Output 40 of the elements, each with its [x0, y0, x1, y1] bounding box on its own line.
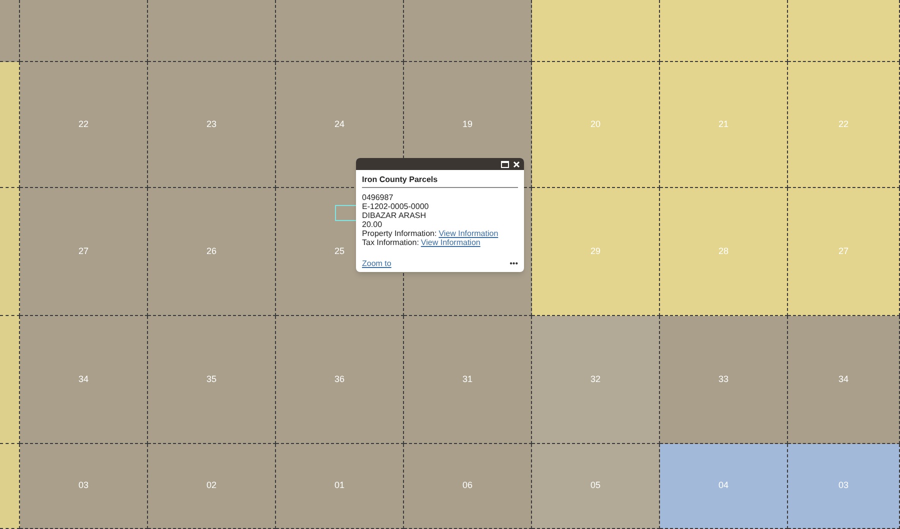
section-number: 31 — [462, 372, 472, 386]
section-number: 05 — [590, 479, 600, 492]
section-number: 32 — [590, 372, 600, 386]
attribute-label: Tax Information: — [362, 238, 419, 247]
view-information-link[interactable]: View Information — [438, 229, 498, 238]
section-number: 34 — [838, 372, 848, 386]
section-number: 21 — [718, 118, 728, 131]
attribute-label: Property Information: — [362, 229, 437, 238]
attribute-value: E-1202-0005-0000 — [362, 202, 430, 211]
attribute-value: 20.00 — [362, 220, 384, 229]
section-number: 27 — [838, 244, 848, 258]
section-number: 29 — [590, 244, 600, 258]
section-number: 06 — [462, 479, 472, 492]
section-number: 35 — [206, 372, 216, 386]
section-number: 04 — [718, 479, 728, 492]
view-information-link[interactable]: View Information — [420, 238, 480, 247]
section-number: 25 — [334, 244, 344, 258]
section-number: 26 — [206, 244, 216, 258]
zoom-to-link[interactable]: Zoom to — [362, 259, 392, 268]
section-number: 22 — [838, 118, 848, 131]
section-number: 19 — [462, 118, 472, 131]
section-number: 24 — [334, 118, 344, 131]
section-number: 03 — [838, 479, 848, 492]
more-options-button[interactable]: ••• — [510, 260, 518, 268]
attribute-value: 0496987 — [362, 193, 394, 202]
section-number: 03 — [78, 479, 88, 492]
section-number: 02 — [206, 479, 216, 492]
section-number: 20 — [590, 118, 600, 131]
popup-title: Iron County Parcels — [362, 175, 518, 188]
section-number: 22 — [78, 118, 88, 131]
close-icon[interactable] — [513, 160, 520, 168]
section-number: 27 — [78, 244, 88, 258]
section-number: 34 — [78, 372, 88, 386]
section-number: 33 — [718, 372, 728, 386]
section-number: 36 — [334, 372, 344, 386]
section-number: 28 — [718, 244, 728, 258]
section-number: 23 — [206, 118, 216, 131]
attribute-value: DIBAZAR ARASH — [362, 211, 428, 220]
section-number: 01 — [334, 479, 344, 492]
maximize-icon[interactable] — [501, 160, 509, 168]
